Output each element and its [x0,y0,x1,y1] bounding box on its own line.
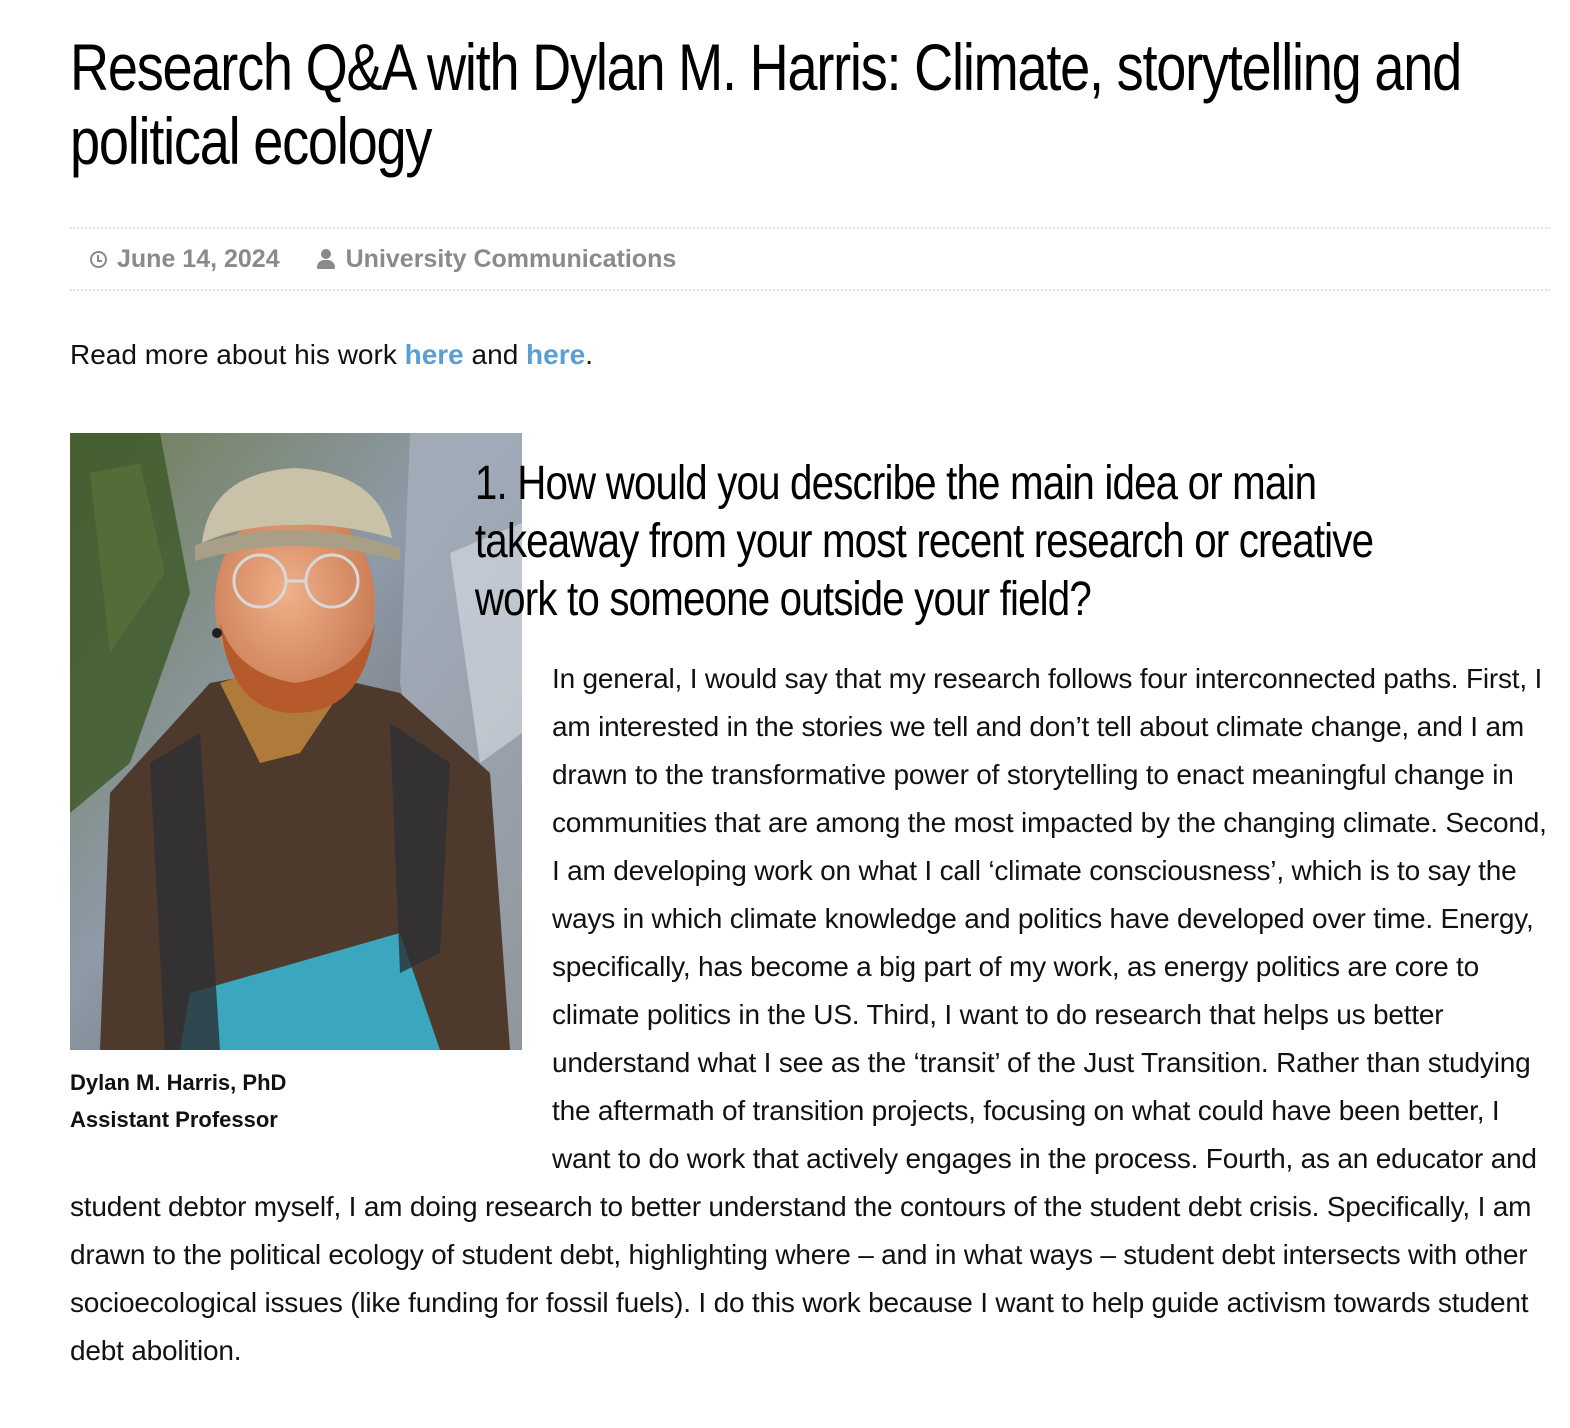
post-date: June 14, 2024 [90,245,280,274]
question-line-1: 1. How would you describe the main idea … [474,457,1317,510]
article-title: Research Q&A with Dylan M. Harris: Clima… [70,30,1462,178]
intro-suffix: . [585,339,593,370]
article: Research Q&A with Dylan M. Harris: Clima… [70,30,1550,1366]
intro-paragraph: Read more about his work here and here. [70,336,593,374]
photo-caption: Dylan M. Harris, PhD Assistant Professor [70,1064,522,1138]
article-body: Dylan M. Harris, PhD Assistant Professor… [70,433,1550,1375]
caption-title: Assistant Professor [70,1107,278,1132]
question-line-2: takeaway from your most recent research … [474,515,1374,568]
post-date-text: June 14, 2024 [117,244,280,273]
intro-link-1[interactable]: here [405,339,464,370]
clock-icon [90,250,107,268]
intro-link-2[interactable]: here [526,339,585,370]
post-author[interactable]: University Communications [316,245,677,274]
intro-prefix: Read more about his work [70,339,405,370]
post-author-text[interactable]: University Communications [346,245,677,274]
article-meta: June 14, 2024 University Communications [70,227,1550,291]
question-heading: 1. How would you describe the main idea … [70,433,1374,629]
question-line-3: work to someone outside your field? [474,573,1092,626]
intro-middle: and [463,339,527,370]
caption-name: Dylan M. Harris, PhD [70,1070,287,1095]
user-icon [316,249,336,269]
